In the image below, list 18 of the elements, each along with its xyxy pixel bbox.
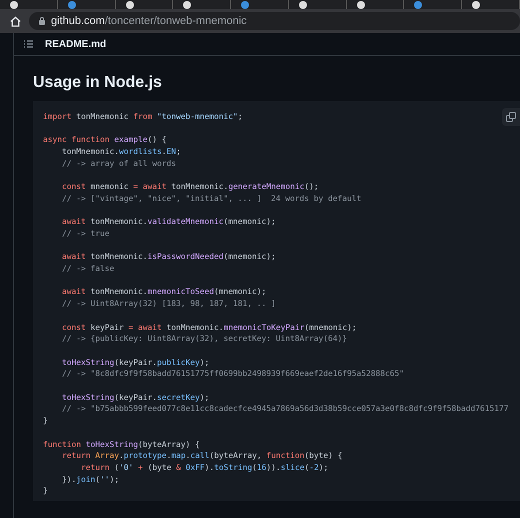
site-icon: [126, 1, 134, 9]
site-icon: [10, 1, 18, 9]
file-name: README.md: [45, 38, 106, 50]
site-icon: [356, 1, 365, 9]
home-icon[interactable]: [10, 16, 21, 26]
site-icon: [298, 1, 307, 9]
copy-button[interactable]: [502, 108, 520, 126]
site-icon: [241, 1, 250, 9]
copy-icon: [506, 112, 516, 122]
lock-icon: [39, 17, 45, 25]
site-icon: [68, 1, 76, 9]
address-bar[interactable]: github.com/toncenter/tonweb-mnemonic: [29, 12, 520, 30]
site-icon: [414, 1, 422, 9]
section-heading: Usage in Node.js: [33, 74, 163, 93]
site-icon: [472, 1, 480, 9]
site-icon: [183, 1, 192, 9]
url-text: github.com/toncenter/tonweb-mnemonic: [51, 15, 247, 27]
list-icon[interactable]: [24, 40, 33, 48]
